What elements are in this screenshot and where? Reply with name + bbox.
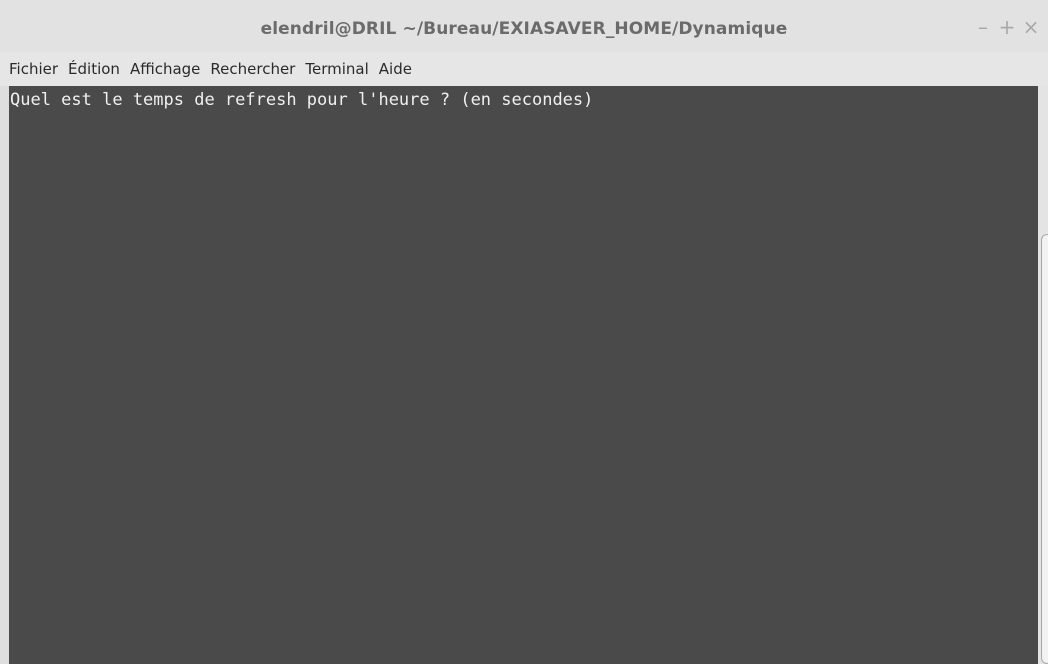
close-icon[interactable]: × [1022, 16, 1040, 38]
menu-aide[interactable]: Aide [379, 60, 412, 78]
window-controls: – + × [974, 16, 1040, 38]
menu-terminal[interactable]: Terminal [305, 60, 368, 78]
menu-bar: Fichier Édition Affichage Rechercher Ter… [0, 52, 1048, 86]
menu-fichier[interactable]: Fichier [9, 60, 58, 78]
menu-affichage[interactable]: Affichage [130, 60, 200, 78]
menu-rechercher[interactable]: Rechercher [210, 60, 295, 78]
terminal-window: elendril@DRIL ~/Bureau/EXIASAVER_HOME/Dy… [0, 0, 1048, 664]
window-title: elendril@DRIL ~/Bureau/EXIASAVER_HOME/Dy… [260, 19, 788, 39]
terminal-line: Quel est le temps de refresh pour l'heur… [10, 90, 594, 110]
title-bar[interactable]: elendril@DRIL ~/Bureau/EXIASAVER_HOME/Dy… [0, 0, 1048, 52]
scrollbar[interactable] [1038, 86, 1048, 664]
scrollbar-thumb[interactable] [1041, 234, 1048, 664]
menu-edition[interactable]: Édition [68, 60, 120, 78]
terminal-output[interactable]: Quel est le temps de refresh pour l'heur… [9, 86, 1038, 664]
minimize-icon[interactable]: – [974, 16, 992, 38]
maximize-icon[interactable]: + [998, 16, 1016, 38]
